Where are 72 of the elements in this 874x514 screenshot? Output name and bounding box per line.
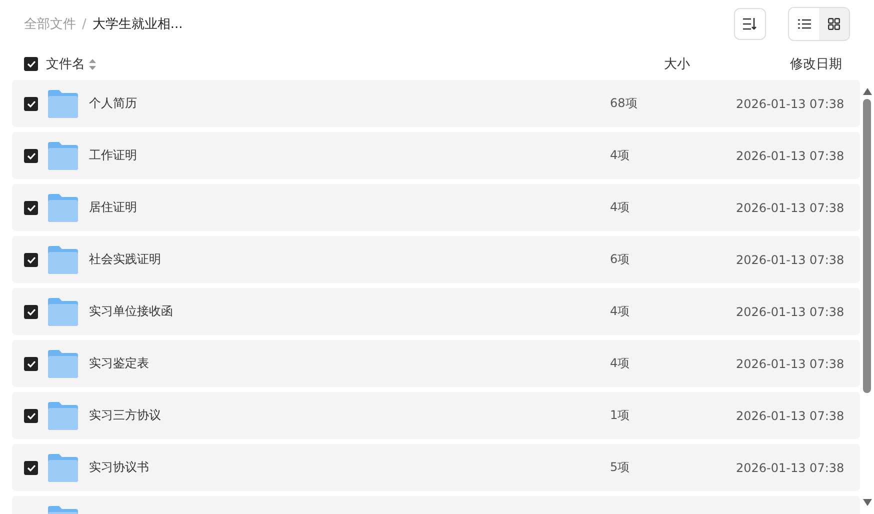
folder-icon [48,194,78,222]
item-count: 4项 [610,355,631,372]
folder-icon [48,350,78,378]
size-column-header: 大小 [664,56,691,73]
folder-name: 实习鉴定表 [89,355,149,372]
folder-row[interactable]: 实习鉴定表 4项 2026-01-13 07:38 [12,340,860,387]
date-column-header: 修改日期 [790,56,843,73]
modified-date: 2026-01-13 07:38 [736,252,846,266]
grid-icon [828,18,840,30]
folder-icon [48,454,78,482]
sort-icon [89,58,96,70]
checkbox[interactable] [24,57,38,71]
folder-row[interactable]: 实习协议书 5项 2026-01-13 07:38 [12,444,860,491]
check-icon [26,412,36,420]
checkbox[interactable] [24,200,38,214]
item-count: 4项 [610,199,631,216]
folder-icon [48,298,78,326]
folder-name: 个人简历 [89,95,137,112]
folder-row[interactable]: 居住证明 4项 2026-01-13 07:38 [12,184,860,231]
checkbox[interactable] [24,408,38,422]
checkbox[interactable] [24,356,38,370]
folder-icon [48,246,78,274]
sort-button[interactable] [734,8,766,40]
list-icon [798,19,810,29]
folder-name: 实习协议书 [89,459,149,476]
current-folder: 大学生就业相... [92,16,183,33]
scrollbar-thumb[interactable] [863,99,871,393]
modified-date: 2026-01-13 07:38 [736,148,846,162]
check-icon [26,256,36,264]
check-icon [26,60,36,68]
modified-date: 2026-01-13 07:38 [736,96,846,110]
checkbox[interactable] [24,252,38,266]
folder-name: 工作证明 [89,147,137,164]
breadcrumb-separator: / [82,16,86,32]
folder-icon [48,90,78,118]
folder-name: 实习三方协议 [89,407,161,424]
modified-date: 2026-01-13 07:38 [736,200,846,214]
item-count: 6项 [610,251,631,268]
folder-name: 居住证明 [89,199,137,216]
folder-row[interactable]: 社会实践证明 6项 2026-01-13 07:38 [12,236,860,283]
check-icon [26,464,36,472]
modified-date: 2026-01-13 07:38 [736,304,846,318]
sort-icon [743,18,757,30]
folder-row[interactable]: 实习单位接收函 4项 2026-01-13 07:38 [12,288,860,335]
modified-date: 2026-01-13 07:38 [736,356,846,370]
item-count: 1项 [610,407,631,424]
folder-icon [48,402,78,430]
check-icon [26,204,36,212]
scroll-up-icon[interactable] [862,88,872,95]
modified-date: 2026-01-13 07:38 [736,460,846,474]
folder-row[interactable]: 工作证明 4项 2026-01-13 07:38 [12,132,860,179]
scroll-down-icon[interactable] [862,499,872,506]
checkbox[interactable] [24,304,38,318]
item-count: 4项 [610,147,631,164]
name-column-header[interactable]: 文件名 [46,55,85,73]
folder-row[interactable]: 个人简历 68项 2026-01-13 07:38 [12,80,860,127]
check-icon [26,360,36,368]
checkbox[interactable] [24,148,38,162]
folder-row[interactable]: 实习三方协议 1项 2026-01-13 07:38 [12,392,860,439]
item-count: 4项 [610,303,631,320]
item-count: 5项 [610,459,631,476]
folder-name: 实习单位接收函 [89,303,173,320]
check-icon [26,152,36,160]
folder-name: 社会实践证明 [89,251,161,268]
item-count: 68项 [610,95,638,112]
checkbox[interactable] [24,96,38,110]
folder-icon [48,142,78,170]
check-icon [26,100,36,108]
grid-view-button[interactable] [819,8,849,40]
checkbox[interactable] [24,460,38,474]
check-icon [26,308,36,316]
modified-date: 2026-01-13 07:38 [736,408,846,422]
